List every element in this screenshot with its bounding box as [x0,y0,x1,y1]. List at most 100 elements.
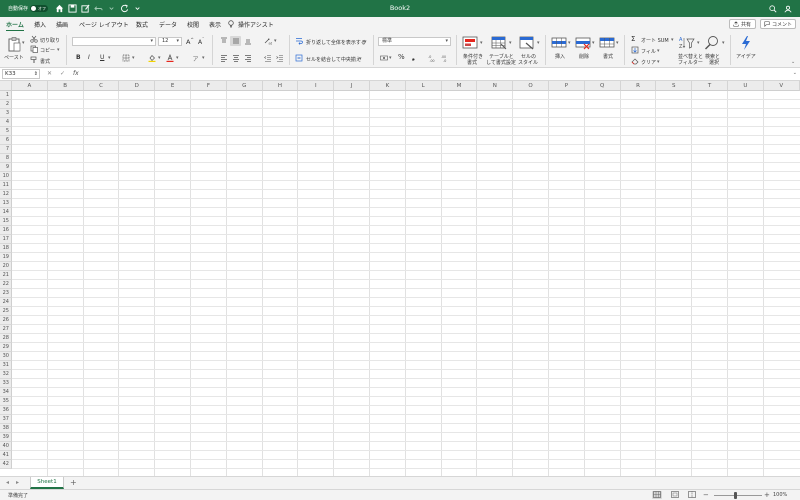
row-header-30[interactable]: 30 [0,352,12,361]
align-bottom-icon[interactable] [244,37,252,45]
paste-label[interactable]: ペースト [4,54,24,61]
cut-label[interactable]: 切り取り [40,37,60,44]
align-center-icon[interactable] [232,54,240,62]
row-header-10[interactable]: 10 [0,172,12,181]
increase-font-icon[interactable]: A^ [186,37,194,46]
format-painter-label[interactable]: 書式 [40,58,50,65]
column-header-a[interactable]: A [12,81,48,91]
row-header-3[interactable]: 3 [0,109,12,118]
row-header-34[interactable]: 34 [0,388,12,397]
column-header-g[interactable]: G [226,81,263,91]
eraser-icon[interactable] [631,57,639,65]
borders-icon[interactable] [122,54,130,62]
align-top-icon[interactable] [220,37,228,45]
column-header-q[interactable]: Q [584,81,621,91]
share-button[interactable]: 共有 [729,19,756,29]
scissors-icon[interactable] [30,35,38,43]
tab-tell-me[interactable]: 操作アシスト [238,20,274,29]
zoom-in-icon[interactable]: + [764,491,770,499]
column-header-v[interactable]: V [763,81,800,91]
column-header-d[interactable]: D [119,81,156,91]
align-middle-icon[interactable] [232,37,240,45]
column-header-s[interactable]: S [656,81,693,91]
column-header-m[interactable]: M [441,81,478,91]
row-header-7[interactable]: 7 [0,145,12,154]
copy-icon[interactable] [30,45,38,53]
decrease-decimal-icon[interactable]: .00.0 [441,54,449,63]
comma-style-icon[interactable]: ❟ [412,53,415,62]
comment-button[interactable]: コメント [760,19,796,29]
fill-color-icon[interactable] [148,54,156,62]
zoom-out-icon[interactable]: − [703,491,709,499]
insert-label[interactable]: 挿入 [555,53,565,60]
ideas-icon[interactable] [738,35,754,51]
add-sheet-button[interactable]: + [70,478,77,488]
find-select-icon[interactable] [704,35,720,51]
merge-center-label[interactable]: セルを結合して中央揃え [306,56,361,63]
align-left-icon[interactable] [220,54,228,62]
row-header-40[interactable]: 40 [0,442,12,451]
column-header-h[interactable]: H [262,81,299,91]
find-select-label-2[interactable]: 選択 [709,59,719,66]
font-size-dropdown[interactable]: 12 ▾ [158,37,182,46]
sort-filter-icon[interactable]: AZ [679,35,695,51]
format-label[interactable]: 書式 [603,53,613,60]
prev-sheet-icon[interactable]: ◂ [6,479,9,486]
column-header-f[interactable]: F [191,81,227,91]
confirm-icon[interactable]: ✓ [60,70,65,77]
row-header-27[interactable]: 27 [0,325,12,334]
percent-button[interactable]: % [398,53,405,61]
row-header-22[interactable]: 22 [0,280,12,289]
copy-label[interactable]: コピー [40,47,55,54]
normal-view-button[interactable] [652,491,662,499]
account-icon[interactable] [783,3,792,14]
orientation-icon[interactable]: ab [264,37,274,46]
cell-styles-icon[interactable] [519,35,535,51]
row-header-38[interactable]: 38 [0,424,12,433]
column-header-j[interactable]: J [334,81,370,91]
font-color-icon[interactable] [166,53,174,62]
underline-button[interactable]: U [100,54,104,61]
decrease-indent-icon[interactable] [263,54,272,62]
collapse-ribbon-icon[interactable]: ⌄ [791,59,795,65]
bold-button[interactable]: B [76,54,81,61]
row-header-9[interactable]: 9 [0,163,12,172]
row-header-28[interactable]: 28 [0,334,12,343]
sigma-icon[interactable]: Σ [631,35,635,43]
row-header-15[interactable]: 15 [0,217,12,226]
cancel-icon[interactable]: ✕ [47,70,52,77]
conditional-format-icon[interactable] [462,35,478,51]
row-header-14[interactable]: 14 [0,208,12,217]
format-painter-icon[interactable] [30,56,38,64]
row-header-24[interactable]: 24 [0,298,12,307]
align-right-icon[interactable] [244,54,252,62]
column-header-i[interactable]: I [298,81,335,91]
increase-decimal-icon[interactable]: .0.00 [428,54,436,63]
font-name-dropdown[interactable]: ▾ [72,37,156,46]
next-sheet-icon[interactable]: ▸ [16,479,19,486]
row-header-11[interactable]: 11 [0,181,12,190]
phonetic-icon[interactable]: ア [192,54,200,63]
column-header-n[interactable]: N [477,81,514,91]
row-header-8[interactable]: 8 [0,154,12,163]
column-header-b[interactable]: B [47,81,84,91]
zoom-slider-thumb[interactable] [734,492,737,499]
cell-style-label-2[interactable]: スタイル [518,59,538,66]
insert-function-button[interactable]: fx [73,70,79,77]
paste-icon[interactable] [6,36,22,52]
row-header-32[interactable]: 32 [0,370,12,379]
row-header-35[interactable]: 35 [0,397,12,406]
wrap-text-label[interactable]: 折り返して全体を表示する [306,39,366,46]
fill-label[interactable]: フィル [641,48,656,55]
delete-cells-icon[interactable] [575,35,591,51]
column-header-l[interactable]: L [405,81,442,91]
insert-cells-icon[interactable] [551,35,567,51]
fill-icon[interactable] [631,46,639,54]
table-format-label-2[interactable]: して書式設定 [486,59,516,66]
formula-input[interactable] [88,69,790,79]
decrease-font-icon[interactable]: Aˇ [198,37,204,46]
row-header-6[interactable]: 6 [0,136,12,145]
italic-button[interactable]: I [88,54,90,61]
currency-format-icon[interactable] [380,54,388,62]
row-header-26[interactable]: 26 [0,316,12,325]
